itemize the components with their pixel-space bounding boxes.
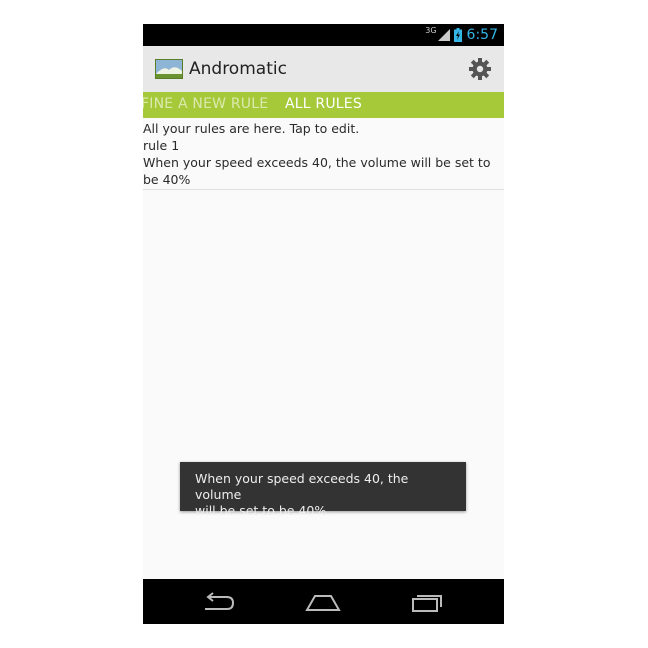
navigation-bar — [143, 579, 504, 624]
gear-icon[interactable] — [468, 57, 492, 81]
toast-line-2: will be set to be 40%. — [195, 503, 331, 518]
network-type: 3G — [425, 25, 437, 35]
recents-icon[interactable] — [410, 591, 446, 613]
intro-text: All your rules are here. Tap to edit. — [143, 121, 360, 136]
back-icon[interactable] — [200, 591, 236, 613]
tab-all-rules[interactable]: ALL RULES — [285, 96, 362, 112]
list-item[interactable]: rule 1 When your speed exceeds 40, the v… — [143, 137, 504, 190]
tab-define-new-rule[interactable]: EFINE A NEW RULE — [143, 96, 268, 112]
status-bar: 3G 6:57 — [143, 24, 504, 46]
rules-list: All your rules are here. Tap to edit. ru… — [143, 118, 504, 190]
toast-line-1: When your speed exceeds 40, the volume — [195, 471, 409, 502]
toast-message: When your speed exceeds 40, the volume w… — [180, 462, 466, 518]
rule-name: rule 1 — [143, 138, 180, 153]
home-icon[interactable] — [305, 591, 341, 613]
signal-icon — [437, 29, 450, 41]
status-clock: 6:57 — [466, 27, 498, 43]
rule-description: When your speed exceeds 40, the volume w… — [143, 155, 491, 187]
tab-strip: EFINE A NEW RULE ALL RULES — [143, 92, 504, 118]
app-title: Andromatic — [189, 59, 287, 79]
app-logo-icon — [155, 59, 183, 79]
action-bar: Andromatic — [143, 46, 504, 92]
battery-charging-icon — [453, 28, 462, 42]
phone-screen: 3G 6:57 Andromatic EFINE A NEW RULE ALL … — [143, 24, 504, 624]
